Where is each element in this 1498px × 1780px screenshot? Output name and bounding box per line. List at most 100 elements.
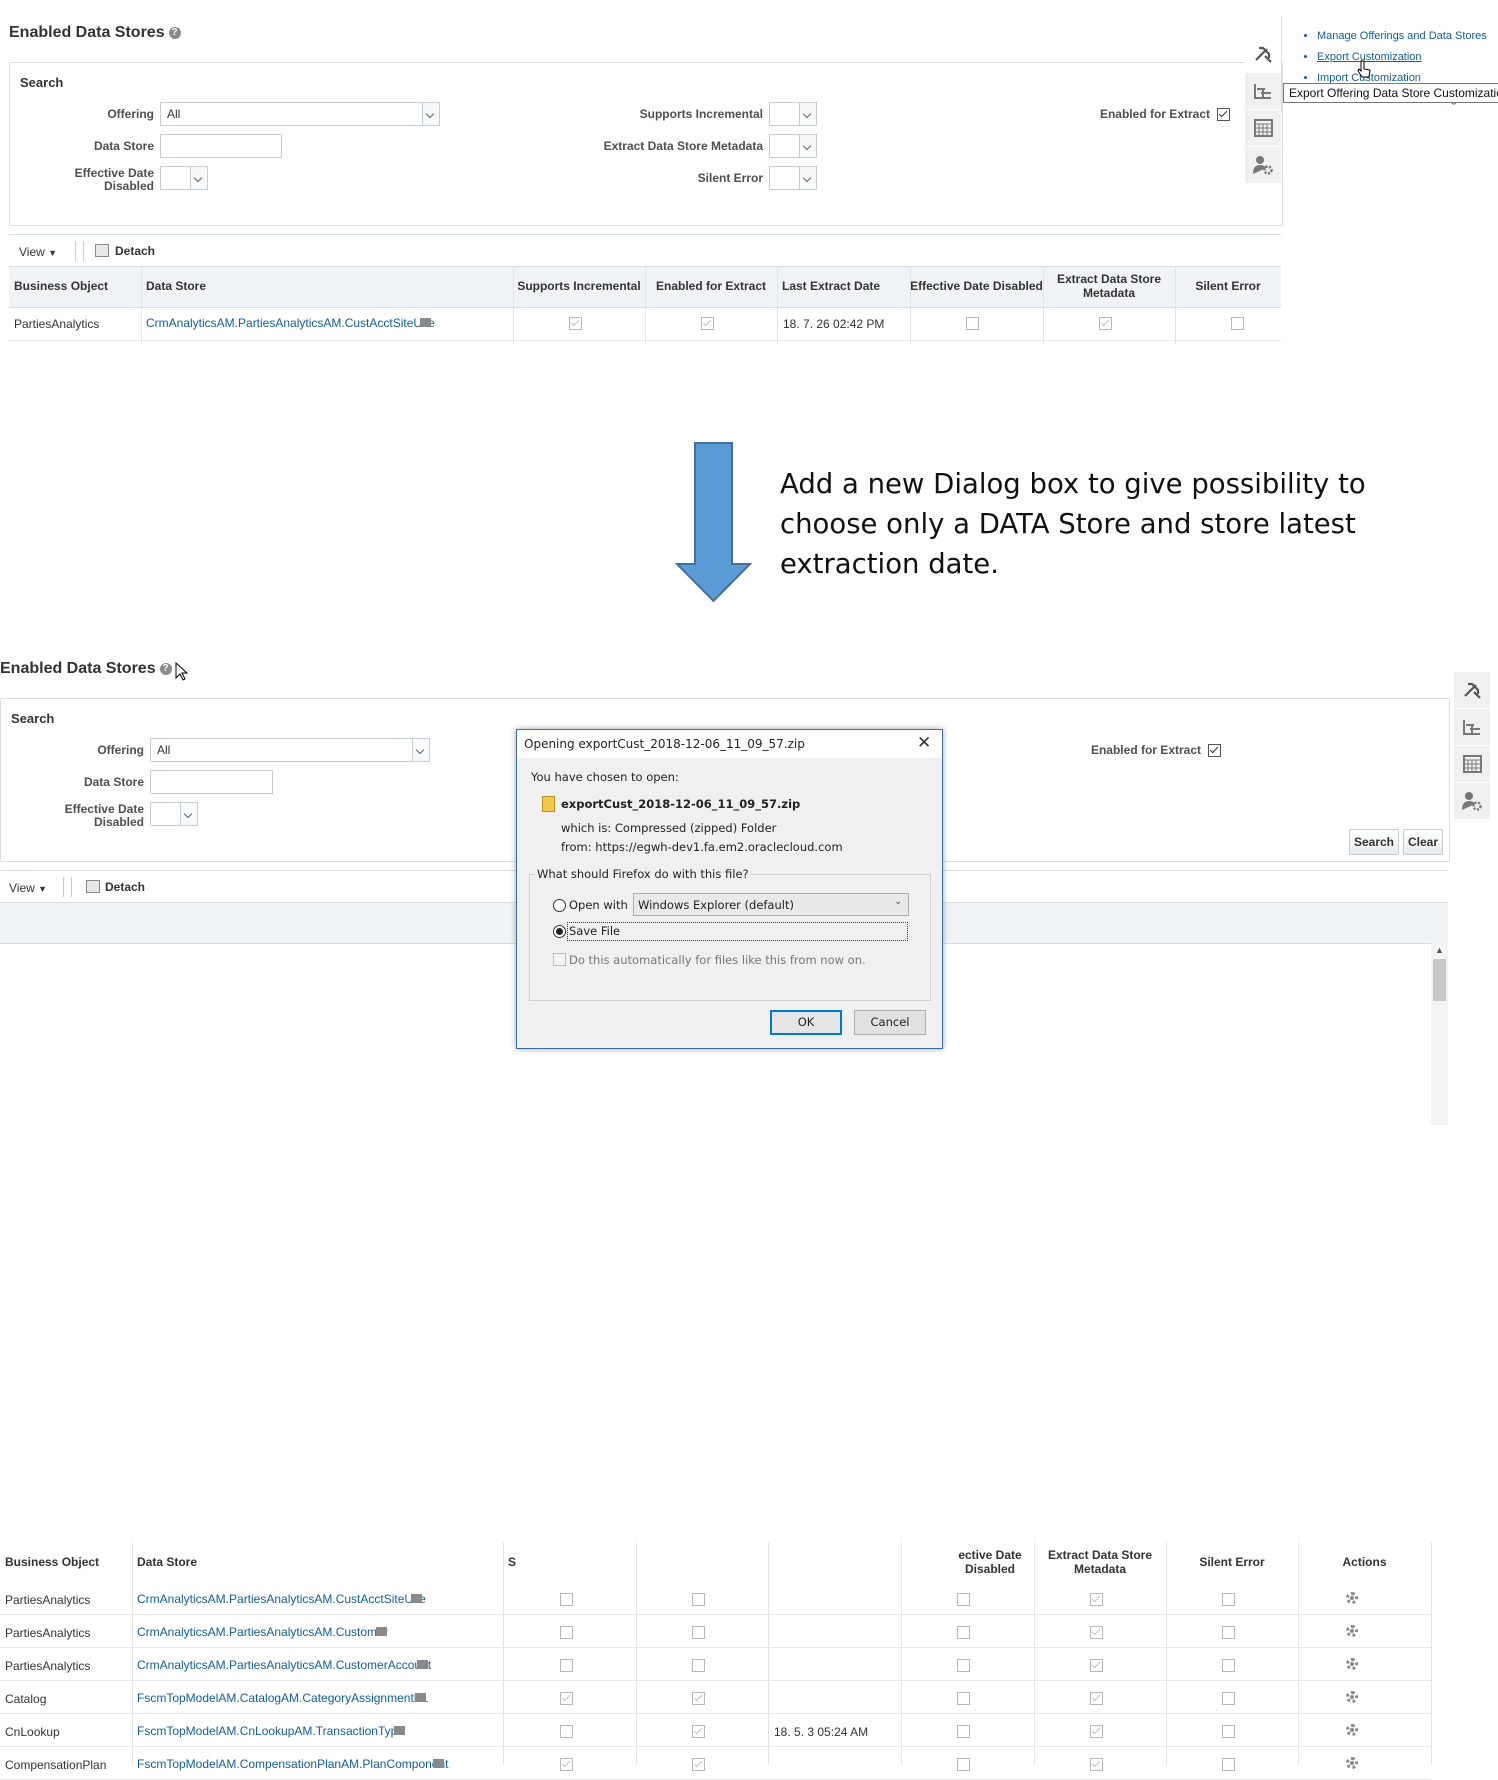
silent-error-select[interactable] bbox=[769, 166, 817, 190]
si-checkbox[interactable] bbox=[560, 1659, 573, 1672]
offering-select[interactable]: All bbox=[150, 738, 430, 762]
extract-metadata-select[interactable] bbox=[769, 134, 817, 158]
tools-icon[interactable] bbox=[1245, 36, 1281, 73]
column-header[interactable]: Supports Incremental bbox=[513, 266, 645, 306]
search-button[interactable]: Search bbox=[1349, 829, 1399, 855]
meta-checkbox[interactable] bbox=[1090, 1758, 1103, 1771]
en-checkbox[interactable] bbox=[692, 1593, 705, 1606]
eff-checkbox[interactable] bbox=[957, 1593, 970, 1606]
hierarchy-icon[interactable] bbox=[1245, 73, 1281, 110]
en-checkbox[interactable] bbox=[692, 1659, 705, 1672]
column-header[interactable]: Silent Error bbox=[1175, 266, 1281, 306]
auto-checkbox[interactable] bbox=[553, 953, 566, 966]
meta-checkbox[interactable] bbox=[1090, 1659, 1103, 1672]
open-with-radio[interactable] bbox=[553, 899, 566, 912]
comment-icon[interactable] bbox=[415, 1693, 426, 1702]
eff-checkbox[interactable] bbox=[957, 1692, 970, 1705]
gear-icon[interactable] bbox=[1346, 1691, 1358, 1703]
help-icon[interactable]: ? bbox=[168, 27, 181, 39]
en-checkbox[interactable] bbox=[692, 1725, 705, 1738]
enabled-for-extract-checkbox[interactable] bbox=[1217, 108, 1230, 121]
supports-incremental-select[interactable] bbox=[769, 102, 817, 126]
data-store-link[interactable]: CrmAnalyticsAM.PartiesAnalyticsAM.Custom… bbox=[137, 1625, 388, 1639]
eff-checkbox[interactable] bbox=[957, 1758, 970, 1771]
column-header[interactable]: S bbox=[508, 1542, 517, 1582]
eff-disabled-checkbox[interactable] bbox=[966, 317, 979, 330]
tools-icon[interactable] bbox=[1454, 672, 1490, 709]
enabled-checkbox[interactable] bbox=[701, 317, 714, 330]
save-file-focus[interactable]: Save File bbox=[567, 922, 908, 941]
column-header[interactable]: Data Store bbox=[137, 1542, 503, 1582]
eff-date-select[interactable] bbox=[150, 802, 198, 826]
silent-error-checkbox[interactable] bbox=[1231, 317, 1244, 330]
scroll-up-icon[interactable]: ▲ bbox=[1435, 945, 1444, 955]
comment-icon[interactable] bbox=[411, 1594, 422, 1603]
column-header[interactable]: ective Date Disabled bbox=[946, 1542, 1034, 1582]
metadata-checkbox[interactable] bbox=[1099, 317, 1112, 330]
column-header[interactable]: Extract Data Store Metadata bbox=[1043, 266, 1175, 306]
detach-button[interactable]: Detach bbox=[105, 880, 145, 894]
help-icon[interactable]: ? bbox=[159, 663, 172, 675]
silent-checkbox[interactable] bbox=[1222, 1758, 1235, 1771]
data-store-link[interactable]: FscmTopModelAM.CompensationPlanAM.PlanCo… bbox=[137, 1757, 448, 1771]
data-store-link[interactable]: CrmAnalyticsAM.PartiesAnalyticsAM.CustAc… bbox=[146, 316, 435, 330]
clear-button[interactable]: Clear bbox=[1403, 829, 1443, 855]
calendar-icon[interactable] bbox=[1454, 746, 1490, 783]
data-store-input[interactable] bbox=[150, 770, 273, 794]
si-checkbox[interactable] bbox=[560, 1758, 573, 1771]
detach-button[interactable]: Detach bbox=[115, 244, 155, 258]
comment-icon[interactable] bbox=[417, 1660, 428, 1669]
si-checkbox[interactable] bbox=[560, 1692, 573, 1705]
comment-icon[interactable] bbox=[420, 318, 431, 327]
column-header[interactable]: Actions bbox=[1298, 1542, 1431, 1582]
si-checkbox[interactable] bbox=[560, 1626, 573, 1639]
column-header[interactable]: Business Object bbox=[14, 266, 141, 306]
comment-icon[interactable] bbox=[394, 1726, 405, 1735]
column-header[interactable]: Enabled for Extract bbox=[645, 266, 777, 306]
task-link[interactable]: Manage Offerings and Data Stores bbox=[1317, 26, 1491, 47]
silent-checkbox[interactable] bbox=[1222, 1692, 1235, 1705]
user-settings-icon[interactable] bbox=[1454, 783, 1490, 820]
si-checkbox[interactable] bbox=[560, 1725, 573, 1738]
gear-icon[interactable] bbox=[1346, 1625, 1358, 1637]
comment-icon[interactable] bbox=[376, 1627, 387, 1636]
silent-checkbox[interactable] bbox=[1222, 1725, 1235, 1738]
save-file-radio[interactable] bbox=[553, 925, 566, 938]
vertical-scrollbar[interactable]: ▲ bbox=[1431, 942, 1448, 1125]
data-store-link[interactable]: CrmAnalyticsAM.PartiesAnalyticsAM.CustAc… bbox=[137, 1592, 426, 1606]
gear-icon[interactable] bbox=[1346, 1592, 1358, 1604]
hierarchy-icon[interactable] bbox=[1454, 709, 1490, 746]
silent-checkbox[interactable] bbox=[1222, 1593, 1235, 1606]
column-header[interactable]: Business Object bbox=[5, 1542, 132, 1582]
cancel-button[interactable]: Cancel bbox=[854, 1010, 926, 1035]
en-checkbox[interactable] bbox=[692, 1626, 705, 1639]
ok-button[interactable]: OK bbox=[770, 1010, 842, 1035]
meta-checkbox[interactable] bbox=[1090, 1593, 1103, 1606]
si-checkbox[interactable] bbox=[560, 1593, 573, 1606]
data-store-link[interactable]: CrmAnalyticsAM.PartiesAnalyticsAM.Custom… bbox=[137, 1658, 431, 1672]
eff-checkbox[interactable] bbox=[957, 1725, 970, 1738]
comment-icon[interactable] bbox=[433, 1759, 444, 1768]
eff-checkbox[interactable] bbox=[957, 1626, 970, 1639]
gear-icon[interactable] bbox=[1346, 1724, 1358, 1736]
view-menu[interactable]: View ▼ bbox=[9, 881, 47, 895]
open-with-label[interactable]: Open with bbox=[569, 898, 628, 912]
eff-checkbox[interactable] bbox=[957, 1659, 970, 1672]
scroll-thumb[interactable] bbox=[1433, 959, 1446, 1001]
column-header[interactable]: Extract Data Store Metadata bbox=[1034, 1542, 1166, 1582]
column-header[interactable]: Last Extract Date bbox=[782, 266, 910, 306]
data-store-link[interactable]: FscmTopModelAM.CnLookupAM.TransactionTyp… bbox=[137, 1724, 404, 1738]
column-header[interactable]: Effective Date Disabled bbox=[910, 266, 1043, 306]
gear-icon[interactable] bbox=[1346, 1757, 1358, 1769]
supports-incremental-checkbox[interactable] bbox=[569, 317, 582, 330]
eff-date-select[interactable] bbox=[160, 166, 208, 190]
close-icon[interactable]: ✕ bbox=[917, 733, 931, 753]
column-header[interactable]: Data Store bbox=[146, 266, 513, 306]
meta-checkbox[interactable] bbox=[1090, 1725, 1103, 1738]
enabled-for-extract-checkbox[interactable] bbox=[1208, 744, 1221, 757]
en-checkbox[interactable] bbox=[692, 1758, 705, 1771]
data-store-input[interactable] bbox=[160, 134, 282, 158]
calendar-icon[interactable] bbox=[1245, 110, 1281, 147]
column-header[interactable]: Silent Error bbox=[1166, 1542, 1298, 1582]
data-store-link[interactable]: FscmTopModelAM.CatalogAM.CategoryAssignm… bbox=[137, 1691, 428, 1705]
